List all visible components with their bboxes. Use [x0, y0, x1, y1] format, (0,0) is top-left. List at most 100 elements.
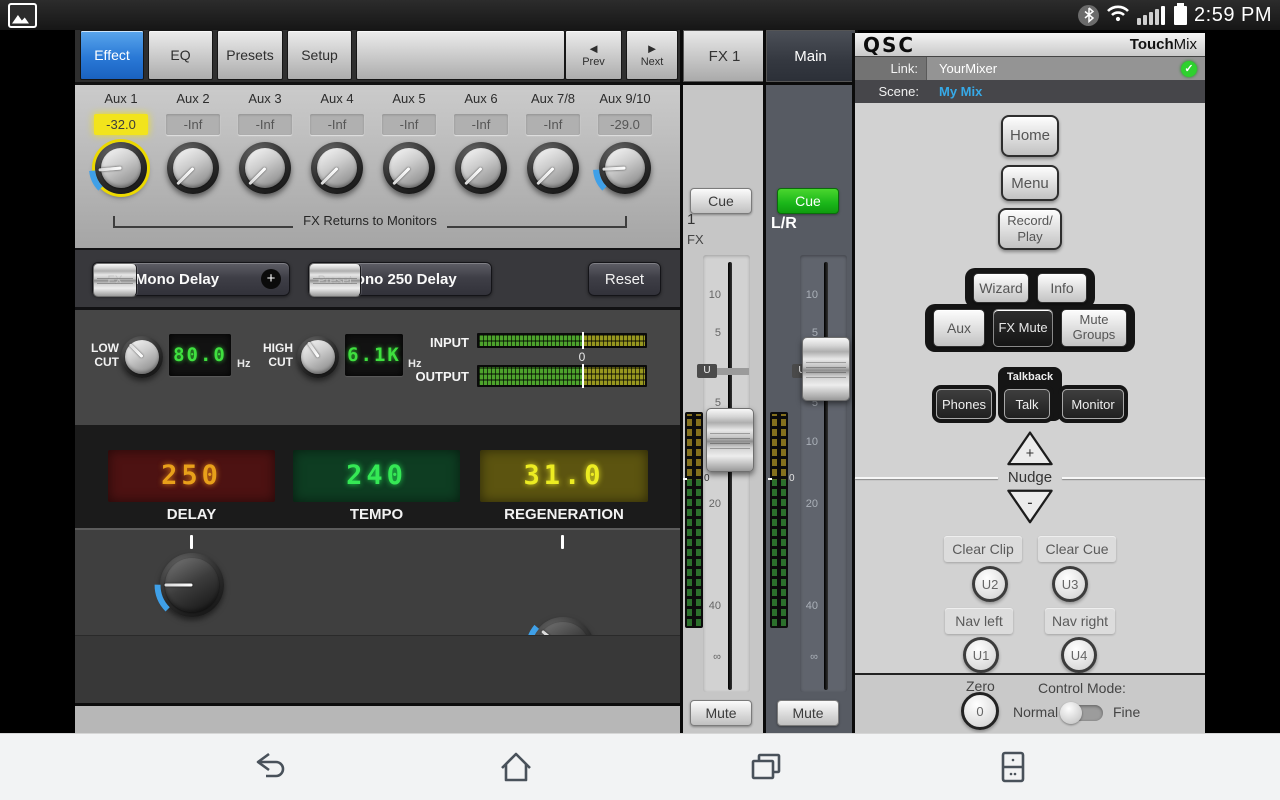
nudge-down-button[interactable]: -: [1002, 488, 1058, 526]
aux-send-1: Aux 1 -32.0: [85, 91, 157, 194]
high-cut-knob[interactable]: [297, 336, 339, 378]
scale-minus20: 20: [802, 498, 818, 510]
aux-value: -Inf: [382, 114, 436, 135]
fx1-strip-body: Cue 1 FX 10 5 U 5 10 20 40 ∞ 0 Mute: [683, 85, 766, 733]
aux-knob[interactable]: [527, 142, 579, 194]
main-strip-header[interactable]: Main: [766, 30, 855, 82]
fx1-number: 1: [687, 211, 695, 228]
scale-minus20: 20: [705, 498, 721, 510]
tab-spacer: [356, 30, 565, 80]
recents-button[interactable]: [747, 748, 785, 786]
aux-sends-section: Aux 1 -32.0 Aux 2 -Inf Aux 3 -Inf Aux 4 …: [75, 85, 680, 248]
aux-knob[interactable]: [383, 142, 435, 194]
tab-effect[interactable]: Effect: [80, 30, 144, 80]
tempo-label: TEMPO: [293, 506, 460, 523]
link-connected-check-icon: ✓: [1181, 61, 1197, 77]
home-button[interactable]: Home: [1001, 115, 1059, 157]
next-button[interactable]: ► Next: [626, 30, 678, 80]
tab-eq[interactable]: EQ: [148, 30, 213, 80]
aux-knob[interactable]: [311, 142, 363, 194]
aux-knob[interactable]: [239, 142, 291, 194]
record-play-button[interactable]: Record/ Play: [998, 208, 1062, 250]
fx-type-selector[interactable]: FX Mono Delay +: [92, 262, 290, 296]
reset-button[interactable]: Reset: [588, 262, 661, 296]
meter-zero-label: 0: [574, 350, 590, 364]
aux-button[interactable]: Aux: [933, 309, 985, 347]
aux-knob[interactable]: [455, 142, 507, 194]
aux-knob[interactable]: [599, 142, 651, 194]
u2-u3-row: U2 U3: [972, 566, 1088, 602]
scene-value[interactable]: My Mix: [927, 84, 1205, 99]
battery-icon: [1174, 6, 1187, 25]
talkback-group: Talkback Phones Talk Monitor: [920, 367, 1140, 417]
fx1-strip-header[interactable]: FX 1: [683, 30, 766, 82]
aux-knob[interactable]: [167, 142, 219, 194]
fx-mute-button[interactable]: FX Mute: [993, 309, 1053, 347]
aux-value: -Inf: [310, 114, 364, 135]
back-button[interactable]: [250, 748, 288, 786]
nudge-label: Nudge: [1008, 469, 1052, 486]
wizard-button[interactable]: Wizard: [973, 273, 1029, 303]
tab-presets[interactable]: Presets: [217, 30, 283, 80]
high-cut-display: 6.1K: [345, 334, 403, 376]
u3-button[interactable]: U3: [1052, 566, 1088, 602]
low-cut-display: 80.0: [169, 334, 231, 376]
scale-plus5: 5: [705, 327, 721, 339]
panel-header: QSC TouchMix: [855, 33, 1205, 57]
phones-button[interactable]: Phones: [936, 389, 992, 419]
prev-button[interactable]: ◄ Prev: [565, 30, 622, 80]
aux-send-6: Aux 6 -Inf: [445, 91, 517, 194]
mute-groups-button[interactable]: Mute Groups: [1061, 309, 1127, 347]
tab-setup[interactable]: Setup: [287, 30, 352, 80]
link-value[interactable]: YourMixer: [927, 61, 1181, 76]
fx1-cue-button[interactable]: Cue: [690, 188, 752, 214]
delay-label: DELAY: [108, 506, 275, 523]
scale-minus40: 40: [802, 600, 818, 612]
u4-button[interactable]: U4: [1061, 637, 1097, 673]
aux-label: Aux 5: [392, 91, 425, 107]
aux-knob[interactable]: [95, 142, 147, 194]
fx1-mute-button[interactable]: Mute: [690, 700, 752, 726]
nudge-up-button[interactable]: +: [1002, 429, 1058, 467]
signal-icon: [1137, 5, 1165, 25]
scale-plus10: 10: [705, 289, 721, 301]
gallery-icon: [8, 3, 37, 28]
dual-window-button[interactable]: [994, 748, 1032, 786]
scale-inf: ∞: [705, 651, 721, 663]
zero-button[interactable]: 0: [961, 692, 999, 730]
regeneration-knob-tick: [561, 535, 564, 549]
control-mode-toggle[interactable]: [1063, 705, 1103, 721]
main-strip-body: Cue L/R 10 5 U 5 10 20 40 ∞ 0 Mute: [766, 85, 855, 733]
delay-knob[interactable]: [160, 553, 224, 617]
info-button[interactable]: Info: [1037, 273, 1087, 303]
touchmix-screen: 2:59 PM Effect EQ Presets Setup ◄ Prev ►…: [0, 0, 1280, 800]
aux-value: -Inf: [166, 114, 220, 135]
regeneration-display: 31.0: [480, 450, 648, 502]
bottom-strip: [75, 703, 680, 733]
u1-button[interactable]: U1: [963, 637, 999, 673]
main-fader-handle[interactable]: [802, 337, 850, 401]
bluetooth-icon: [1078, 5, 1099, 26]
panel-footer: Zero 0 Control Mode: Normal Fine: [855, 673, 1205, 733]
aux-send-9-10: Aux 9/10 -29.0: [589, 91, 661, 194]
fx-preset-selector[interactable]: Preset Mono 250 Delay: [308, 262, 492, 296]
low-cut-knob[interactable]: [121, 336, 163, 378]
nav-left-label: Nav left: [945, 608, 1013, 634]
fx-add-icon[interactable]: +: [261, 269, 281, 289]
status-bar: 2:59 PM: [0, 0, 1280, 30]
menu-button[interactable]: Menu: [1001, 165, 1059, 201]
main-cue-button[interactable]: Cue: [777, 188, 839, 214]
low-cut-unit: Hz: [237, 358, 250, 370]
fx1-fader-handle[interactable]: [706, 408, 754, 472]
main-level-meter: [770, 412, 788, 628]
scene-row: Scene: My Mix: [855, 80, 1205, 103]
input-meter-label: INPUT: [403, 335, 469, 350]
monitor-button[interactable]: Monitor: [1062, 389, 1124, 419]
u1-u4-row: U1 U4: [963, 637, 1097, 673]
nav-right-label: Nav right: [1045, 608, 1115, 634]
home-nav-button[interactable]: [497, 748, 535, 786]
main-mute-button[interactable]: Mute: [777, 700, 839, 726]
u2-button[interactable]: U2: [972, 566, 1008, 602]
aux-value: -29.0: [598, 114, 652, 135]
talk-button[interactable]: Talk: [1004, 389, 1050, 419]
